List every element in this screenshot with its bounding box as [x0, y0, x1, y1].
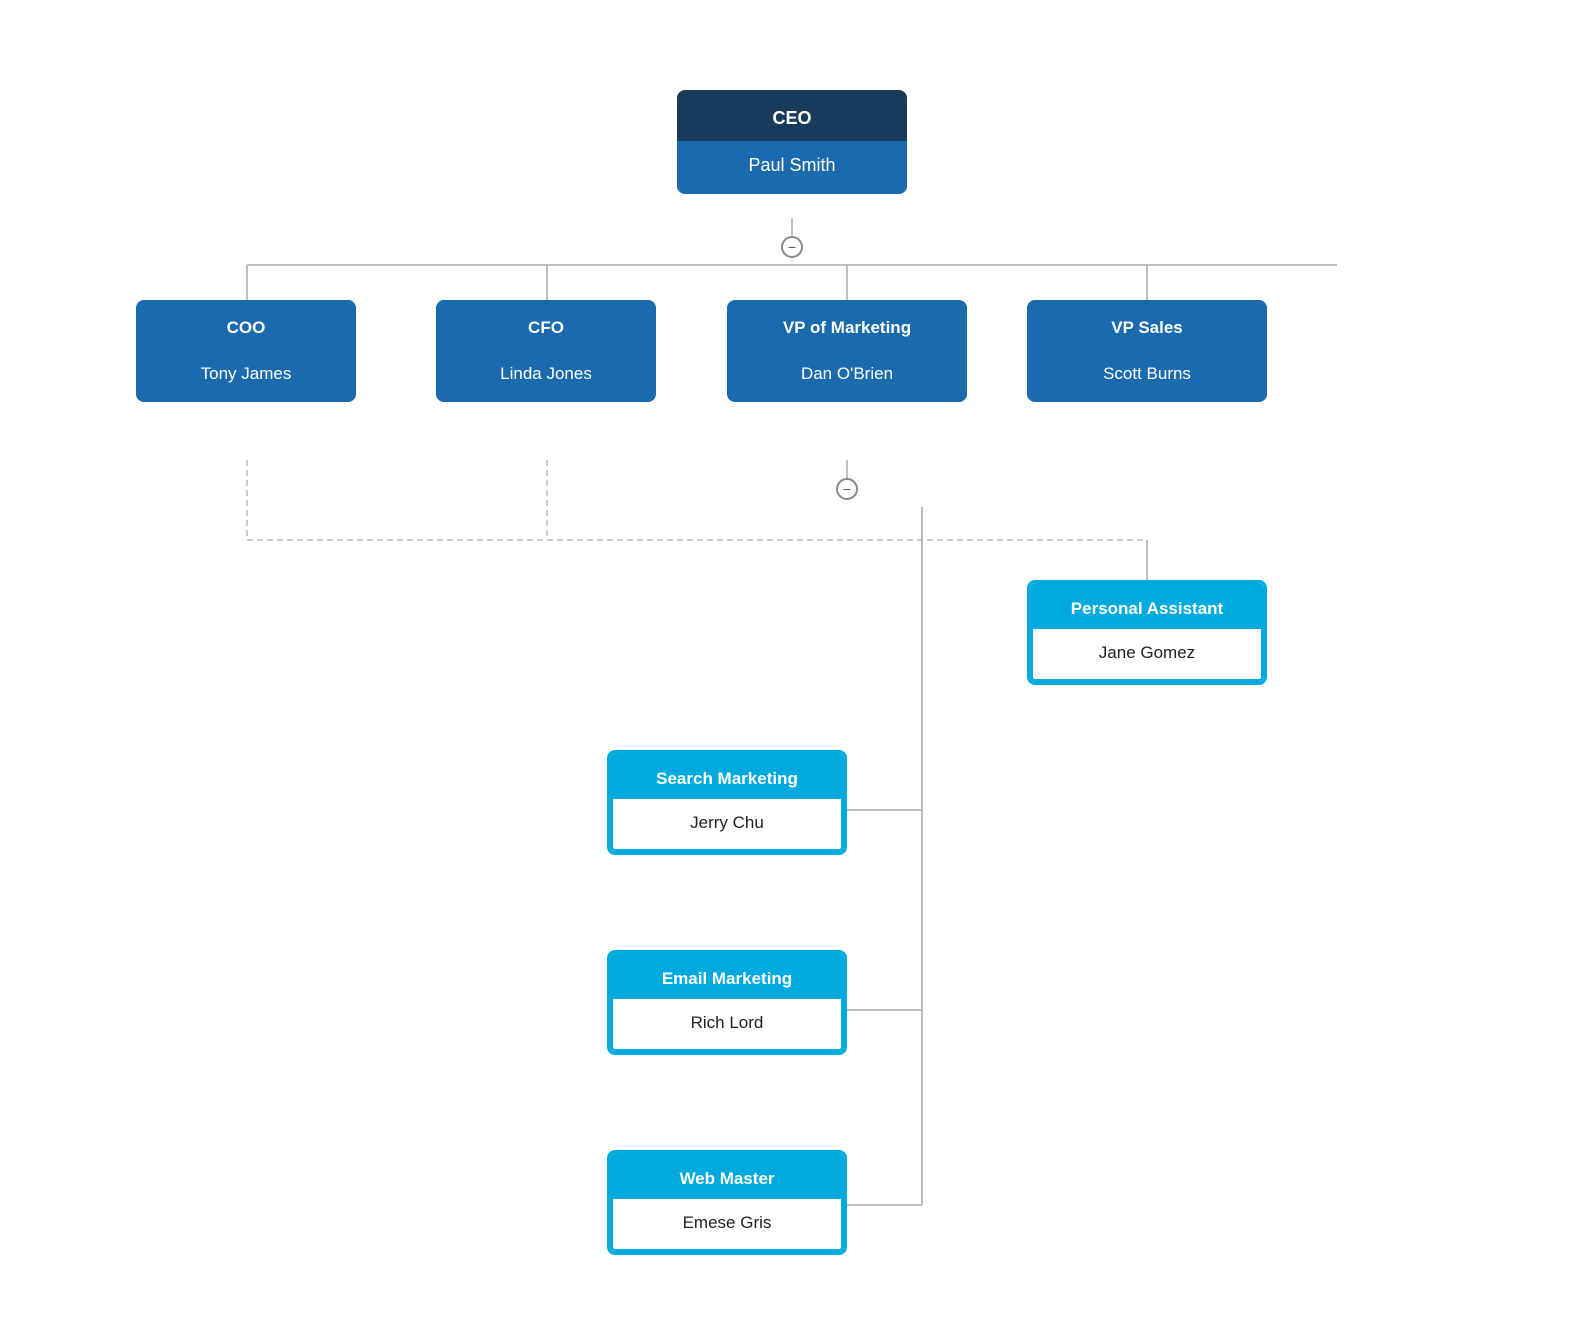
ceo-name: Paul Smith: [677, 141, 907, 194]
vpm-node[interactable]: VP of Marketing Dan O'Brien: [727, 300, 967, 402]
cfo-name: Linda Jones: [436, 350, 656, 402]
wm-title: Web Master: [610, 1153, 844, 1199]
org-chart: CEO Paul Smith − COO Tony James CFO Lind…: [92, 50, 1492, 1310]
ceo-title: CEO: [677, 90, 907, 141]
wm-node[interactable]: Web Master Emese Gris: [607, 1150, 847, 1255]
cfo-node[interactable]: CFO Linda Jones: [436, 300, 656, 402]
ceo-node[interactable]: CEO Paul Smith: [677, 90, 907, 194]
vpm-name: Dan O'Brien: [727, 350, 967, 402]
em-name: Rich Lord: [610, 999, 844, 1052]
em-title: Email Marketing: [610, 953, 844, 999]
pa-name: Jane Gomez: [1030, 629, 1264, 682]
vps-title: VP Sales: [1027, 300, 1267, 350]
vpm-collapse-button[interactable]: −: [836, 478, 858, 500]
wm-name: Emese Gris: [610, 1199, 844, 1252]
em-node[interactable]: Email Marketing Rich Lord: [607, 950, 847, 1055]
minus-icon-vpm: −: [843, 481, 851, 497]
coo-name: Tony James: [136, 350, 356, 402]
vps-name: Scott Burns: [1027, 350, 1267, 402]
sm-title: Search Marketing: [610, 753, 844, 799]
ceo-collapse-button[interactable]: −: [781, 236, 803, 258]
vpm-title: VP of Marketing: [727, 300, 967, 350]
coo-title: COO: [136, 300, 356, 350]
pa-title: Personal Assistant: [1030, 583, 1264, 629]
sm-name: Jerry Chu: [610, 799, 844, 852]
coo-node[interactable]: COO Tony James: [136, 300, 356, 402]
pa-node[interactable]: Personal Assistant Jane Gomez: [1027, 580, 1267, 685]
sm-node[interactable]: Search Marketing Jerry Chu: [607, 750, 847, 855]
minus-icon: −: [788, 239, 796, 255]
cfo-title: CFO: [436, 300, 656, 350]
vps-node[interactable]: VP Sales Scott Burns: [1027, 300, 1267, 402]
org-chart-container: CEO Paul Smith − COO Tony James CFO Lind…: [92, 30, 1492, 1310]
